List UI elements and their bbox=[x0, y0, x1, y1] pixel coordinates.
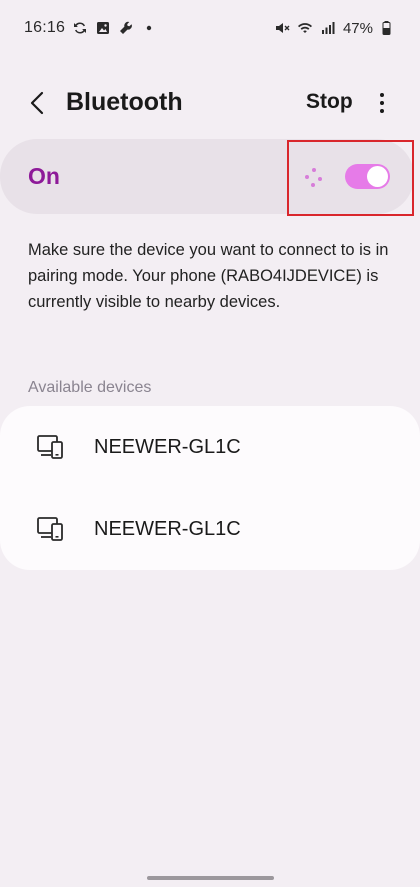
device-icon bbox=[37, 435, 63, 459]
device-item[interactable]: NEEWER-GL1C bbox=[0, 406, 420, 488]
wrench-icon bbox=[118, 20, 134, 36]
image-icon bbox=[95, 20, 111, 36]
device-list: NEEWER-GL1C NEEWER-GL1C bbox=[0, 406, 420, 570]
highlight-box bbox=[287, 140, 414, 216]
status-bar: 16:16 47% bbox=[0, 0, 420, 56]
status-time: 16:16 bbox=[24, 19, 66, 36]
battery-percent: 47% bbox=[342, 19, 373, 37]
device-item[interactable]: NEEWER-GL1C bbox=[0, 488, 420, 570]
page-title: Bluetooth bbox=[66, 88, 183, 116]
back-button[interactable] bbox=[22, 87, 52, 119]
visibility-description: Make sure the device you want to connect… bbox=[28, 241, 389, 311]
available-devices-header: Available devices bbox=[28, 379, 152, 396]
battery-icon bbox=[380, 20, 396, 36]
stop-button[interactable]: Stop bbox=[306, 90, 353, 114]
app-bar: Bluetooth Stop bbox=[0, 78, 420, 128]
back-arrow-icon bbox=[30, 91, 44, 115]
mute-icon bbox=[274, 20, 290, 36]
navigation-handle[interactable] bbox=[147, 876, 274, 880]
device-name: NEEWER-GL1C bbox=[94, 435, 241, 458]
sync-icon bbox=[72, 20, 88, 36]
device-icon bbox=[37, 517, 63, 541]
more-options-button[interactable] bbox=[370, 87, 394, 119]
toggle-state-label: On bbox=[28, 163, 60, 189]
more-vert-icon bbox=[380, 93, 384, 97]
device-name: NEEWER-GL1C bbox=[94, 517, 241, 540]
wifi-icon bbox=[297, 20, 313, 36]
signal-icon bbox=[320, 20, 336, 36]
status-left: 16:16 bbox=[24, 19, 157, 37]
status-right: 47% bbox=[274, 20, 396, 37]
dot-icon bbox=[141, 20, 157, 36]
